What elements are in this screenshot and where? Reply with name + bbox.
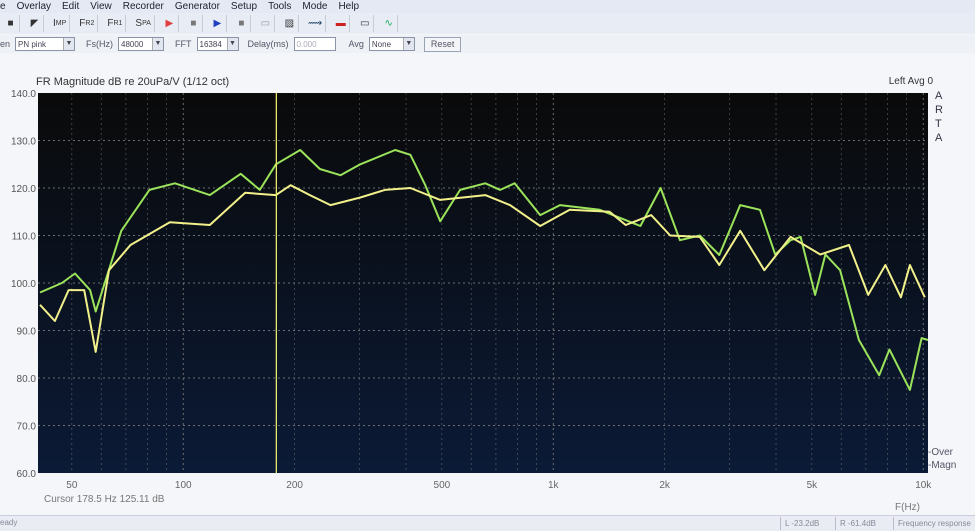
- scale-icon[interactable]: ▭: [257, 15, 275, 32]
- y-tick-label: 120.0: [11, 184, 36, 195]
- channel-indicator: Left Avg 0: [888, 76, 933, 87]
- scope-icon[interactable]: ∿: [380, 15, 399, 32]
- cursor-readout: Cursor 178.5 Hz 125.11 dB: [44, 494, 165, 505]
- record-play-icon[interactable]: ▶: [161, 15, 179, 32]
- fs-label: Fs(Hz): [86, 39, 114, 49]
- status-bar: eady L -23.2dB R -61.4dB Frequency respo…: [0, 515, 975, 531]
- menu-generator[interactable]: Generator: [175, 0, 220, 13]
- generator-label: en: [0, 39, 11, 49]
- brand-letter: T: [935, 118, 942, 130]
- x-tick-label: 5k: [807, 480, 819, 488]
- legend-overlay[interactable]: -Over: [928, 447, 953, 458]
- delay-label: Delay(ms): [247, 39, 289, 49]
- brand-letter: R: [935, 104, 943, 116]
- overlay-line-icon[interactable]: ⟿: [305, 15, 327, 32]
- y-tick-label: 110.0: [12, 232, 37, 243]
- status-mode: Frequency response: [893, 517, 971, 530]
- toolbar: ■ ◤ I MP F R2 F R1 S PA ▶ ■ ▶ ■ ▭ ▨ ⟿ ▬ ▭ ∿: [0, 13, 975, 34]
- status-ready: eady: [0, 518, 18, 527]
- frequency-response-chart[interactable]: 140.0 130.0 120.0 110.0 100.0 90.0 80.0 70.0 60.…: [0, 88, 975, 488]
- menu-overlay[interactable]: Overlay: [17, 0, 51, 13]
- stop-square-icon[interactable]: ■: [2, 15, 20, 32]
- y-tick-label: 140.0: [11, 89, 36, 100]
- stop-icon[interactable]: ■: [233, 15, 251, 32]
- marker-icon[interactable]: ◤: [26, 15, 44, 32]
- fr1-mode-button[interactable]: F R1: [104, 15, 127, 32]
- fr2-mode-button[interactable]: F R2: [76, 15, 99, 32]
- spa-mode-button[interactable]: S PA: [132, 15, 155, 32]
- chevron-down-icon: ▼: [402, 38, 414, 50]
- menu-setup[interactable]: Setup: [231, 0, 257, 13]
- menu-view[interactable]: View: [90, 0, 112, 13]
- generator-select[interactable]: PN pink ▼: [15, 37, 76, 51]
- chevron-down-icon: ▼: [152, 38, 164, 50]
- legend-magnitude[interactable]: -Magn: [928, 460, 956, 471]
- record-stop-icon[interactable]: ■: [185, 15, 203, 32]
- menu-tools[interactable]: Tools: [268, 0, 291, 13]
- fs-select[interactable]: 48000 ▼: [118, 37, 165, 51]
- x-axis-label: F(Hz): [895, 502, 920, 513]
- brand-letter: A: [935, 90, 943, 102]
- status-left-level: L -23.2dB: [780, 517, 819, 530]
- status-right-level: R -61.4dB: [835, 517, 876, 530]
- y-tick-label: 80.0: [17, 374, 37, 385]
- y-tick-label: 100.0: [11, 279, 36, 290]
- x-tick-label: 50: [66, 480, 78, 488]
- delay-input[interactable]: 0.000: [293, 37, 336, 51]
- y-tick-label: 70.0: [17, 422, 37, 433]
- menu-recorder[interactable]: Recorder: [123, 0, 164, 13]
- menu-file[interactable]: e: [0, 0, 6, 13]
- x-tick-label: 2k: [659, 480, 671, 488]
- brand-letter: A: [935, 132, 943, 144]
- y-tick-label: 60.0: [17, 469, 37, 480]
- window-icon[interactable]: ▭: [356, 15, 375, 32]
- avg-label: Avg: [348, 39, 364, 49]
- chevron-down-icon: ▼: [226, 38, 238, 50]
- play-icon[interactable]: ▶: [209, 15, 227, 32]
- menu-help[interactable]: Help: [338, 0, 359, 13]
- x-tick-label: 200: [286, 480, 303, 488]
- x-tick-label: 1k: [548, 480, 560, 488]
- impulse-mode-button[interactable]: I MP: [50, 15, 71, 32]
- fft-label: FFT: [175, 39, 192, 49]
- y-tick-label: 130.0: [11, 137, 36, 148]
- menu-edit[interactable]: Edit: [62, 0, 79, 13]
- x-tick-label: 500: [434, 480, 451, 488]
- y-tick-label: 90.0: [17, 327, 37, 338]
- overlay-colored-icon[interactable]: ▬: [332, 15, 351, 32]
- fft-select[interactable]: 16384 ▼: [196, 37, 239, 51]
- reset-button[interactable]: Reset: [423, 36, 462, 52]
- avg-select[interactable]: None ▼: [368, 37, 415, 51]
- hatch-icon[interactable]: ▨: [281, 15, 299, 32]
- x-tick-label: 100: [175, 480, 192, 488]
- parameters-bar: en PN pink ▼ Fs(Hz) 48000 ▼ FFT 16384 ▼ Del…: [0, 35, 975, 53]
- chart-title: FR Magnitude dB re 20uPa/V (1/12 oct): [36, 76, 230, 88]
- x-tick-label: 10k: [915, 480, 932, 488]
- menu-bar: e Overlay Edit View Recorder Generator S…: [0, 0, 975, 13]
- chevron-down-icon: ▼: [63, 38, 75, 50]
- menu-mode[interactable]: Mode: [302, 0, 327, 13]
